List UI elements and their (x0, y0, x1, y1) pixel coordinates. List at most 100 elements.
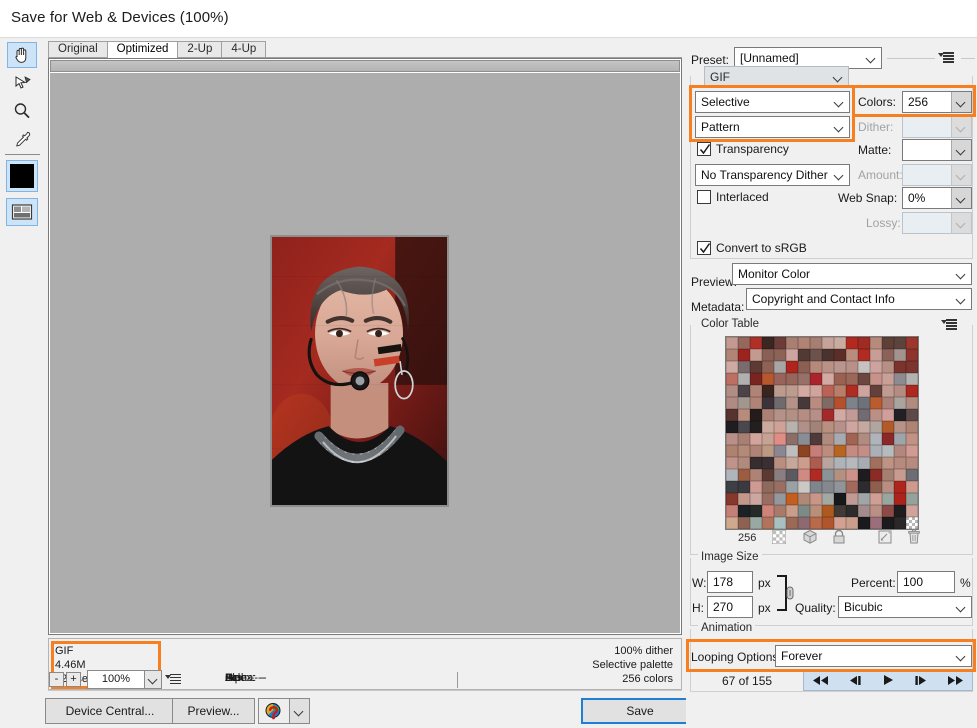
color-swatch[interactable] (762, 397, 774, 409)
color-swatch[interactable] (750, 337, 762, 349)
color-swatch[interactable] (774, 421, 786, 433)
canvas-top-scrollbar[interactable] (50, 60, 680, 72)
color-swatch[interactable] (834, 433, 846, 445)
zoom-in-button[interactable]: + (66, 672, 81, 687)
color-swatch[interactable] (822, 385, 834, 397)
color-swatch[interactable] (906, 361, 918, 373)
tab-original[interactable]: Original (48, 41, 108, 58)
color-swatch[interactable] (834, 373, 846, 385)
color-swatch[interactable] (798, 517, 810, 529)
color-swatch[interactable] (750, 433, 762, 445)
color-swatch[interactable] (786, 457, 798, 469)
color-swatch[interactable] (786, 493, 798, 505)
color-swatch[interactable] (750, 493, 762, 505)
color-swatch[interactable] (750, 517, 762, 529)
color-swatch[interactable] (834, 505, 846, 517)
web-shift-icon[interactable] (802, 529, 818, 548)
color-swatch[interactable] (726, 397, 738, 409)
color-swatch[interactable] (726, 493, 738, 505)
color-swatch[interactable] (726, 433, 738, 445)
color-swatch[interactable] (774, 469, 786, 481)
color-swatch[interactable] (726, 505, 738, 517)
color-swatch[interactable] (762, 457, 774, 469)
color-swatch[interactable] (822, 361, 834, 373)
color-swatch[interactable] (846, 505, 858, 517)
preview-profile-select[interactable]: Monitor Color (732, 263, 972, 285)
color-swatch[interactable] (822, 421, 834, 433)
color-swatch[interactable] (882, 409, 894, 421)
color-swatch[interactable] (810, 349, 822, 361)
color-swatch[interactable] (786, 433, 798, 445)
color-swatch[interactable] (750, 397, 762, 409)
color-swatch[interactable] (786, 385, 798, 397)
color-swatch[interactable] (834, 517, 846, 529)
color-swatch[interactable] (822, 493, 834, 505)
color-swatch[interactable] (894, 445, 906, 457)
color-swatch[interactable] (834, 361, 846, 373)
color-swatch[interactable] (906, 337, 918, 349)
color-swatch[interactable] (894, 337, 906, 349)
color-swatch[interactable] (726, 385, 738, 397)
metadata-select[interactable]: Copyright and Contact Info (746, 288, 972, 310)
color-swatch[interactable] (774, 493, 786, 505)
transparency-checkbox[interactable] (697, 142, 711, 156)
color-swatch[interactable] (882, 385, 894, 397)
preview-in-browser-button[interactable] (258, 698, 310, 724)
lock-color-icon[interactable] (832, 529, 846, 548)
next-frame-button[interactable] (905, 670, 939, 690)
color-swatch[interactable] (870, 421, 882, 433)
color-swatch[interactable] (810, 373, 822, 385)
zoom-tool[interactable] (7, 98, 37, 124)
color-swatch[interactable] (822, 445, 834, 457)
color-swatch[interactable] (906, 505, 918, 517)
color-swatch[interactable] (810, 421, 822, 433)
device-central-button[interactable]: Device Central... (45, 698, 175, 724)
color-swatch[interactable] (882, 457, 894, 469)
color-swatch[interactable] (810, 397, 822, 409)
color-swatch[interactable] (882, 421, 894, 433)
color-swatch[interactable] (906, 349, 918, 361)
color-swatch[interactable] (726, 361, 738, 373)
color-swatch[interactable] (834, 385, 846, 397)
color-swatch[interactable] (798, 373, 810, 385)
color-swatch[interactable] (858, 433, 870, 445)
percent-input[interactable]: 100 (897, 571, 955, 593)
color-swatch[interactable] (750, 349, 762, 361)
color-swatch[interactable] (762, 409, 774, 421)
color-swatch[interactable] (810, 517, 822, 529)
color-swatch[interactable] (846, 445, 858, 457)
color-swatch[interactable] (810, 337, 822, 349)
color-swatch[interactable] (762, 385, 774, 397)
color-swatch[interactable] (858, 421, 870, 433)
color-swatch[interactable] (786, 445, 798, 457)
color-swatch[interactable] (894, 385, 906, 397)
color-swatch[interactable] (786, 421, 798, 433)
color-swatch[interactable] (906, 421, 918, 433)
color-swatch[interactable] (870, 337, 882, 349)
color-swatch[interactable] (738, 385, 750, 397)
zoom-dropdown-button[interactable] (145, 670, 162, 689)
color-swatch[interactable] (726, 517, 738, 529)
color-swatch[interactable] (726, 349, 738, 361)
color-swatch[interactable] (738, 457, 750, 469)
color-swatch[interactable] (738, 349, 750, 361)
color-swatch[interactable] (834, 421, 846, 433)
color-swatch[interactable] (762, 337, 774, 349)
color-swatch[interactable] (894, 493, 906, 505)
color-swatch[interactable] (786, 505, 798, 517)
color-swatch[interactable] (786, 361, 798, 373)
color-swatch[interactable] (870, 409, 882, 421)
zoom-level-input[interactable]: 100% (87, 670, 145, 689)
preview-button[interactable]: Preview... (172, 698, 255, 724)
color-swatch[interactable] (774, 409, 786, 421)
color-swatch[interactable] (822, 481, 834, 493)
color-swatch[interactable] (834, 397, 846, 409)
color-swatch[interactable] (738, 505, 750, 517)
color-swatch[interactable] (846, 409, 858, 421)
color-swatch[interactable] (726, 457, 738, 469)
color-swatch[interactable] (738, 421, 750, 433)
color-swatch[interactable] (846, 457, 858, 469)
color-swatch[interactable] (870, 469, 882, 481)
color-swatch[interactable] (774, 349, 786, 361)
color-swatch[interactable] (858, 481, 870, 493)
